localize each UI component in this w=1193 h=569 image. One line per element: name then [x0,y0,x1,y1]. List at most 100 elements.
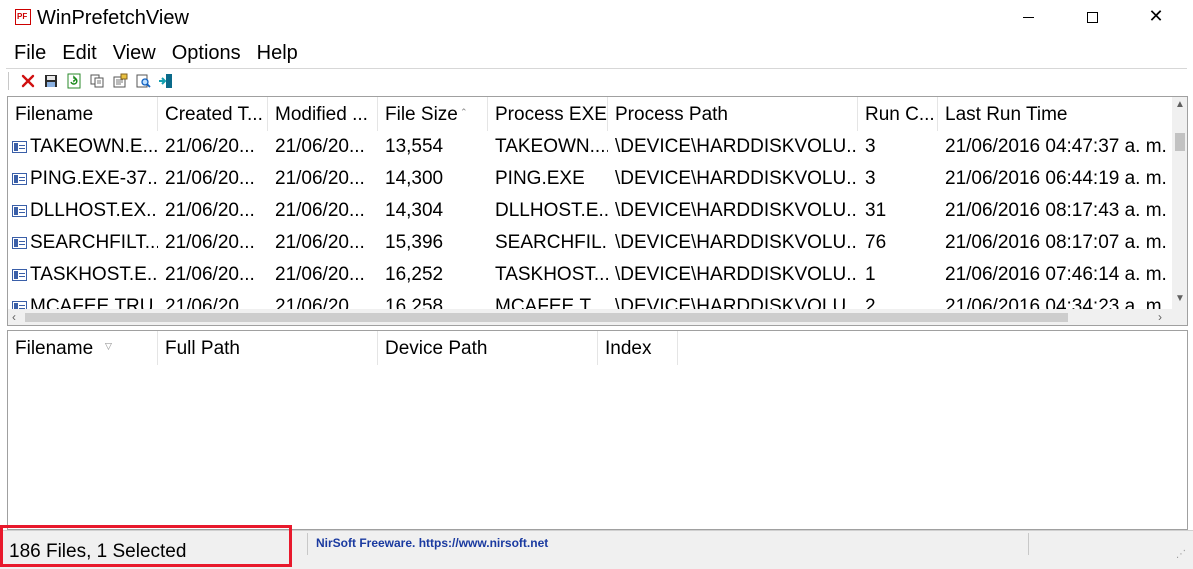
resize-grip-icon[interactable]: ⋰ [1176,549,1188,561]
table-header: Filename Created T... Modified ... File … [8,97,1180,131]
table-body: TAKEOWN.E... 21/06/20... 21/06/20... 13,554… [8,131,1180,323]
toolbar-divider [6,68,1187,69]
scroll-up-icon[interactable]: ▲ [1175,99,1185,110]
refresh-icon [67,73,80,89]
col-full-path[interactable]: Full Path [158,331,378,365]
file-details-table[interactable]: Filename ▽ Full Path Device Path Index [7,330,1188,530]
cell-process-path: \DEVICE\HARDDISKVOLU... [615,200,858,221]
col-details-filename[interactable]: Filename ▽ [8,331,158,365]
window-title: WinPrefetchView [37,7,189,29]
sort-ascending-icon: ⌃ [460,107,468,117]
cell-filename-text: TAKEOWN.E... [30,136,158,157]
exit-icon [158,74,172,88]
cell-filename-text: DLLHOST.EX... [30,200,158,221]
col-process-exe[interactable]: Process EXE [488,97,608,131]
app-window: PF WinPrefetchView ✕ File Edit View Opti… [0,0,1193,569]
prefetch-file-icon [12,269,27,281]
prefetch-files-table[interactable]: Filename Created T... Modified ... File … [7,96,1188,326]
cell-created-time: 21/06/20... [165,168,255,189]
cell-process-exe: TASKHOST.... [495,264,608,285]
cell-modified-time: 21/06/20... [275,168,365,189]
cell-last-run-time: 21/06/2016 07:46:14 a. m. [945,264,1167,285]
vertical-scrollbar[interactable]: ▲ ▼ [1172,97,1187,310]
delete-button[interactable] [16,71,39,91]
cell-process-exe: SEARCHFIL... [495,232,608,253]
find-icon [136,74,151,88]
col-last-run-time[interactable]: Last Run Time [938,97,1170,131]
col-run-count[interactable]: Run C... [858,97,938,131]
properties-button[interactable] [108,71,131,91]
col-file-size-label: File Size [385,104,458,125]
cell-process-exe: PING.EXE [495,168,585,189]
menu-file[interactable]: File [6,39,54,67]
scroll-down-icon[interactable]: ▼ [1175,293,1185,304]
table-row[interactable]: DLLHOST.EX... 21/06/20... 21/06/20... 14,30… [8,195,1180,227]
cell-modified-time: 21/06/20... [275,136,365,157]
find-button[interactable] [131,71,154,91]
close-button[interactable]: ✕ [1124,0,1188,34]
minimize-icon [1022,16,1034,18]
scroll-left-icon[interactable]: ‹ [12,309,16,325]
scroll-thumb[interactable] [1175,133,1185,151]
minimize-button[interactable] [996,0,1060,34]
status-credit-link[interactable]: NirSoft Freeware. https://www.nirsoft.ne… [307,533,1029,555]
col-file-size[interactable]: File Size ⌃ [378,97,488,131]
col-details-filename-label: Filename [15,338,94,359]
table-row[interactable]: TAKEOWN.E... 21/06/20... 21/06/20... 13,554… [8,131,1180,163]
cell-modified-time: 21/06/20... [275,232,365,253]
status-file-count: 186 Files, 1 Selected [9,541,187,562]
menu-edit[interactable]: Edit [54,39,104,67]
cell-process-path: \DEVICE\HARDDISKVOLU... [615,232,858,253]
cell-last-run-time: 21/06/2016 08:17:07 a. m. [945,232,1167,253]
col-process-path[interactable]: Process Path [608,97,858,131]
col-filename[interactable]: Filename [8,97,158,131]
col-created-time[interactable]: Created T... [158,97,268,131]
cell-last-run-time: 21/06/2016 06:44:19 a. m. [945,168,1167,189]
prefetch-file-icon [12,173,27,185]
scroll-corner [1172,309,1187,325]
cell-filename: TASKHOST.E... [8,259,158,291]
col-index[interactable]: Index [598,331,678,365]
cell-run-count: 3 [865,136,876,157]
scroll-right-icon[interactable]: › [1158,309,1162,325]
table-row[interactable]: TASKHOST.E... 21/06/20... 21/06/20... 16,25… [8,259,1180,291]
prefetch-file-icon [12,205,27,217]
cell-process-path: \DEVICE\HARDDISKVOLU... [615,264,858,285]
cell-filename-text: TASKHOST.E... [30,264,158,285]
cell-file-size: 13,554 [385,136,444,157]
cell-filename-text: SEARCHFILT... [30,232,158,253]
refresh-button[interactable] [62,71,85,91]
exit-button[interactable] [154,71,177,91]
cell-created-time: 21/06/20... [165,232,255,253]
cell-filename: SEARCHFILT... [8,227,158,259]
cell-process-exe: TAKEOWN.... [495,136,608,157]
cell-last-run-time: 21/06/2016 08:17:43 a. m. [945,200,1167,221]
cell-run-count: 76 [865,232,887,253]
cell-created-time: 21/06/20... [165,200,255,221]
col-modified-time[interactable]: Modified ... [268,97,378,131]
maximize-button[interactable] [1060,0,1124,34]
cell-filename-text: PING.EXE-37... [30,168,158,189]
prefetch-file-icon [12,237,27,249]
horizontal-scrollbar[interactable]: ‹ › [8,309,1172,325]
cell-created-time: 21/06/20... [165,136,255,157]
copy-button[interactable] [85,71,108,91]
cell-created-time: 21/06/20... [165,264,255,285]
table-row[interactable]: SEARCHFILT... 21/06/20... 21/06/20... 15,39… [8,227,1180,259]
prefetch-file-icon [12,141,27,153]
toolbar [8,70,177,92]
hscroll-thumb[interactable] [25,313,1068,322]
menu-options[interactable]: Options [164,39,249,67]
menu-bar: File Edit View Options Help [6,38,306,68]
col-device-path[interactable]: Device Path [378,331,598,365]
save-button[interactable] [39,71,62,91]
cell-last-run-time: 21/06/2016 04:47:37 a. m. [945,136,1167,157]
table-row[interactable]: PING.EXE-37... 21/06/20... 21/06/20... 14,3… [8,163,1180,195]
app-icon-text: PF [17,12,28,21]
cell-file-size: 14,300 [385,168,444,189]
cell-modified-time: 21/06/20... [275,200,365,221]
menu-view[interactable]: View [105,39,164,67]
menu-help[interactable]: Help [249,39,306,67]
cell-process-path: \DEVICE\HARDDISKVOLU... [615,168,858,189]
cell-run-count: 31 [865,200,887,221]
